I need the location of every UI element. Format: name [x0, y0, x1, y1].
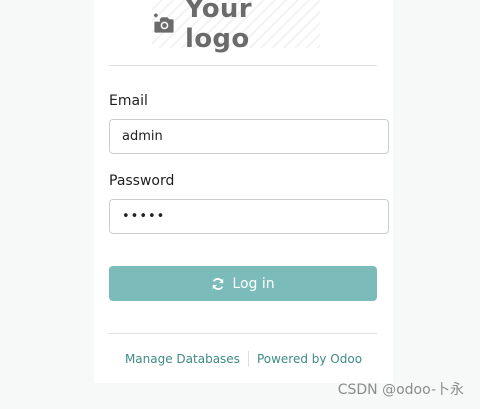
email-label: Email: [109, 93, 148, 109]
refresh-icon: [213, 277, 224, 290]
footer-divider: [247, 351, 249, 367]
login-button[interactable]: Log in: [109, 266, 377, 301]
email-field[interactable]: admin: [109, 119, 389, 154]
top-divider: [109, 65, 377, 66]
logo: Your logo: [152, 0, 320, 54]
logo-text: Your logo: [185, 0, 252, 54]
password-field[interactable]: •••••: [109, 199, 389, 234]
password-label: Password: [109, 173, 175, 189]
add-photo-icon: [153, 13, 174, 33]
manage-databases-link[interactable]: Manage Databases: [125, 352, 240, 366]
email-value: admin: [122, 129, 163, 144]
login-label: Log in: [232, 275, 275, 292]
login-card: Your logo Email admin Password ••••• Log…: [94, 0, 393, 383]
footer-links: Manage Databases Powered by Odoo: [94, 351, 393, 367]
bottom-divider: [109, 333, 377, 334]
password-value: •••••: [122, 209, 166, 224]
powered-by-odoo-link[interactable]: Powered by Odoo: [257, 352, 362, 366]
watermark: CSDN @odoo-卜永: [337, 382, 464, 398]
